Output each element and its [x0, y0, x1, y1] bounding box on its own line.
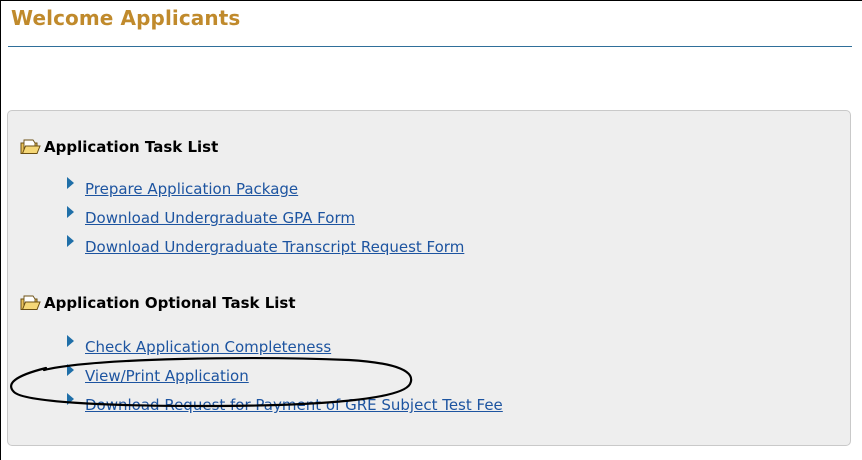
arrow-bullet-icon — [67, 364, 74, 376]
task-item-transcript-form: Download Undergraduate Transcript Reques… — [66, 235, 464, 256]
task-item-prepare-package: Prepare Application Package — [66, 177, 298, 198]
download-gpa-form-link[interactable]: Download Undergraduate GPA Form — [85, 209, 355, 227]
prepare-application-package-link[interactable]: Prepare Application Package — [85, 180, 298, 198]
section-heading: Application Optional Task List — [44, 294, 296, 312]
arrow-bullet-icon — [67, 393, 74, 405]
page-title: Welcome Applicants — [11, 6, 241, 30]
check-application-completeness-link[interactable]: Check Application Completeness — [85, 338, 331, 356]
view-print-application-link[interactable]: View/Print Application — [85, 367, 249, 385]
title-divider — [8, 46, 852, 47]
task-item-gpa-form: Download Undergraduate GPA Form — [66, 206, 355, 227]
task-item-gre-fee: Download Request for Payment of GRE Subj… — [66, 393, 503, 414]
arrow-bullet-icon — [67, 177, 74, 189]
arrow-bullet-icon — [67, 206, 74, 218]
arrow-bullet-icon — [67, 335, 74, 347]
section-header-optional-task-list: Application Optional Task List — [20, 294, 296, 312]
folder-icon — [20, 295, 41, 310]
download-transcript-request-form-link[interactable]: Download Undergraduate Transcript Reques… — [85, 238, 464, 256]
download-gre-fee-request-link[interactable]: Download Request for Payment of GRE Subj… — [85, 396, 503, 414]
arrow-bullet-icon — [67, 235, 74, 247]
section-header-task-list: Application Task List — [20, 138, 218, 156]
folder-icon — [20, 139, 41, 154]
task-item-view-print: View/Print Application — [66, 364, 249, 385]
section-heading: Application Task List — [44, 138, 219, 156]
task-item-check-completeness: Check Application Completeness — [66, 335, 331, 356]
